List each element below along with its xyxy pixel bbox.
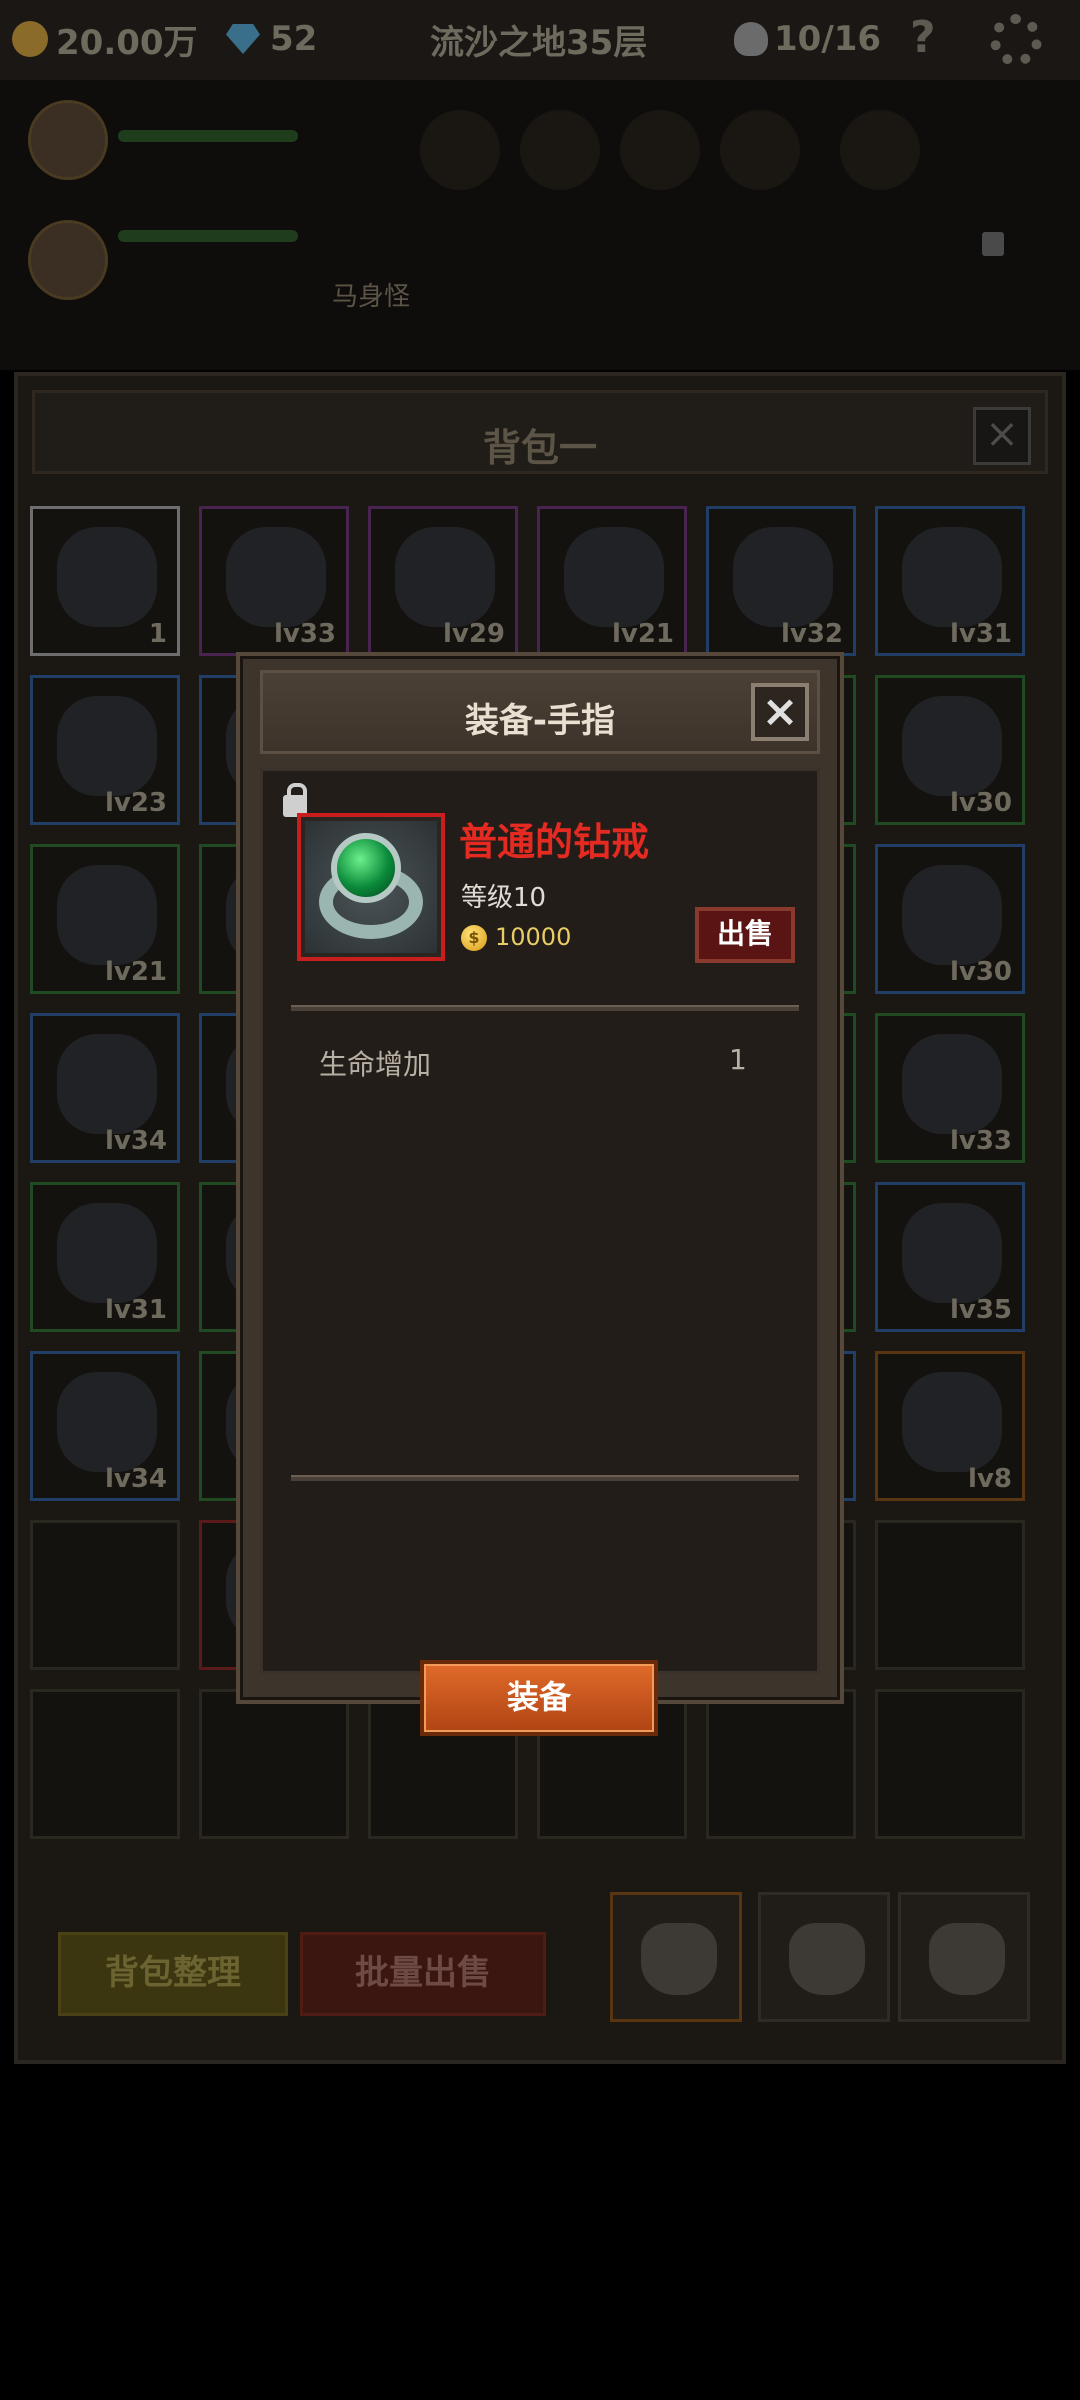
gold-coin-icon: $: [461, 925, 487, 951]
divider: [291, 1005, 799, 1011]
item-level: 等级10: [461, 883, 547, 913]
dialog-title: 装备-手指: [464, 701, 616, 741]
equipment-dialog: 装备-手指 × 普通的钻戒 等级10 $ 10000 出售 生命增加 1 装备: [236, 652, 844, 1736]
sell-button[interactable]: 出售: [695, 907, 795, 963]
dialog-header: 装备-手指 ×: [260, 670, 820, 754]
attribute-label: 生命增加: [319, 1048, 432, 1081]
ring-gem: [331, 833, 401, 903]
dialog-body: 普通的钻戒 等级10 $ 10000 出售 生命增加 1: [260, 768, 820, 1674]
equip-button[interactable]: 装备: [420, 1660, 658, 1736]
attribute-value: 1: [729, 1043, 747, 1076]
dialog-close-button[interactable]: ×: [751, 683, 809, 741]
item-icon-frame: [297, 813, 445, 961]
item-name: 普通的钻戒: [459, 820, 650, 864]
ring-icon: [305, 821, 437, 953]
divider: [291, 1475, 799, 1481]
item-price: 10000: [495, 923, 572, 951]
